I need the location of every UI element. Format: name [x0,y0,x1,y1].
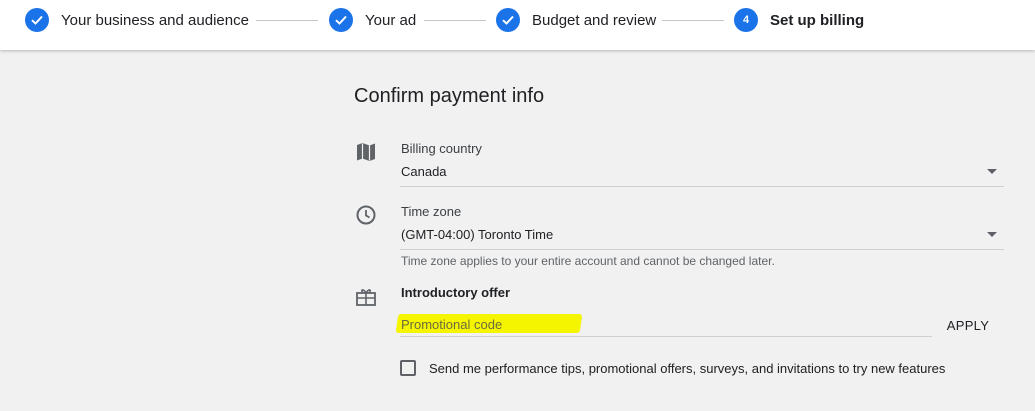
promo-code-input[interactable] [400,312,932,337]
step-label: Budget and review [532,11,657,29]
check-icon [496,8,520,32]
step-connector [256,20,318,21]
billing-country-select[interactable] [400,160,1004,186]
map-icon [357,143,375,161]
apply-button[interactable]: APPLY [938,313,998,337]
chevron-down-icon[interactable] [987,232,997,237]
step-label: Your ad [365,11,417,29]
step-business-audience[interactable]: Your business and audience [25,8,249,32]
check-icon [329,8,353,32]
introductory-offer-label: Introductory offer [401,285,511,300]
time-zone-select[interactable] [400,223,1004,249]
step-set-up-billing[interactable]: 4 Set up billing [734,8,864,32]
promo-code-field [395,312,932,338]
step-budget-review[interactable]: Budget and review [496,8,656,32]
gift-icon [356,289,376,306]
step-number-badge: 4 [734,8,758,32]
clock-icon [356,205,376,225]
step-connector [662,20,724,21]
billing-country-label: Billing country [401,141,482,156]
marketing-opt-in-checkbox[interactable] [400,360,416,376]
stepper: Your business and audience Your ad Budge… [0,0,1035,50]
check-icon [25,8,49,32]
step-your-ad[interactable]: Your ad [329,8,416,32]
marketing-opt-in-label[interactable]: Send me performance tips, promotional of… [429,361,945,376]
billing-country-underline [400,186,1004,187]
chevron-down-icon[interactable] [987,169,997,174]
time-zone-helper-text: Time zone applies to your entire account… [401,254,775,268]
time-zone-underline [400,249,1004,250]
time-zone-label: Time zone [401,204,462,219]
step-label: Your business and audience [61,11,249,29]
step-connector [424,20,486,21]
step-label: Set up billing [770,11,865,29]
page-title: Confirm payment info [354,85,545,107]
